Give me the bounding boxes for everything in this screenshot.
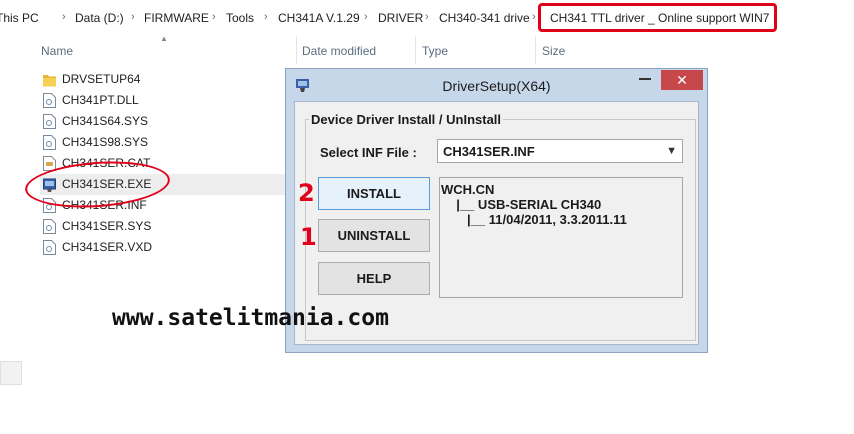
breadcrumb-data-drive[interactable]: Data (D:): [75, 11, 124, 25]
column-date-modified[interactable]: Date modified: [302, 44, 376, 58]
watermark-text: www.satelitmania.com: [112, 305, 389, 331]
info-line: WCH.CN: [441, 182, 495, 197]
breadcrumb-chevron-icon: ›: [131, 11, 135, 23]
breadcrumb-chevron-icon: ›: [425, 11, 429, 23]
file-icon: [43, 114, 56, 129]
file-icon: [43, 240, 56, 255]
column-divider[interactable]: [415, 36, 416, 64]
highlight-box: [538, 3, 777, 32]
dialog-title: DriverSetup(X64): [442, 78, 551, 94]
info-line: |__ 11/04/2011, 3.3.2011.11: [449, 212, 627, 227]
list-item[interactable]: CH341S98.SYS: [40, 132, 280, 153]
minimize-icon[interactable]: [639, 78, 651, 80]
file-name: CH341S98.SYS: [62, 135, 149, 149]
uninstall-button[interactable]: UNINSTALL: [318, 219, 430, 252]
column-size[interactable]: Size: [542, 44, 565, 58]
column-divider[interactable]: [535, 36, 536, 64]
step-number-1: 1: [300, 223, 317, 251]
list-item[interactable]: CH341S64.SYS: [40, 111, 280, 132]
breadcrumb-tools[interactable]: Tools: [226, 11, 254, 25]
file-name: CH341SER.VXD: [62, 240, 153, 254]
help-button[interactable]: HELP: [318, 262, 430, 295]
dialog-titlebar[interactable]: DriverSetup(X64) ✕: [286, 69, 707, 101]
sort-up-icon: ▲: [160, 34, 168, 43]
inf-file-value: CH341SER.INF: [443, 144, 535, 159]
column-name[interactable]: Name: [41, 44, 73, 58]
groupbox-title: Device Driver Install / UnInstall: [309, 112, 504, 127]
file-icon: [43, 219, 56, 234]
inf-file-label: Select INF File :: [320, 145, 417, 160]
column-divider[interactable]: [296, 36, 297, 64]
file-name: DRVSETUP64: [62, 72, 141, 86]
address-breadcrumb[interactable]: This PC › Data (D:) › FIRMWARE › Tools ›…: [0, 0, 854, 36]
inf-file-select[interactable]: CH341SER.INF ▼: [437, 139, 683, 163]
breadcrumb-firmware[interactable]: FIRMWARE: [144, 11, 209, 25]
file-icon: [43, 135, 56, 150]
scrollbar-stub: [0, 361, 22, 385]
breadcrumb-ch340-341-drive[interactable]: CH340-341 drive: [439, 11, 530, 25]
breadcrumb-ch341a[interactable]: CH341A V.1.29: [278, 11, 360, 25]
breadcrumb-this-pc[interactable]: This PC: [0, 11, 39, 25]
step-number-2: 2: [298, 179, 315, 207]
install-button[interactable]: INSTALL: [318, 177, 430, 210]
file-name: CH341S64.SYS: [62, 114, 149, 128]
breadcrumb-chevron-icon: ›: [364, 11, 368, 23]
driver-info-box: WCH.CN |__ USB-SERIAL CH340 |__ 11/04/20…: [439, 177, 683, 298]
close-button[interactable]: ✕: [661, 70, 703, 90]
breadcrumb-chevron-icon: ›: [532, 11, 536, 23]
folder-icon: [43, 75, 56, 87]
column-type[interactable]: Type: [422, 44, 448, 58]
chevron-down-icon[interactable]: ▼: [666, 145, 677, 157]
list-item[interactable]: CH341SER.VXD: [40, 237, 280, 258]
file-icon: [43, 93, 56, 108]
file-name: CH341PT.DLL: [62, 93, 139, 107]
list-item[interactable]: CH341SER.SYS: [40, 216, 280, 237]
list-item[interactable]: DRVSETUP64: [40, 69, 280, 90]
file-name: CH341SER.SYS: [62, 219, 152, 233]
breadcrumb-chevron-icon: ›: [212, 11, 216, 23]
breadcrumb-driver[interactable]: DRIVER: [378, 11, 423, 25]
breadcrumb-chevron-icon: ›: [264, 11, 268, 23]
info-line: |__ USB-SERIAL CH340: [449, 197, 602, 212]
breadcrumb-chevron-icon: ›: [62, 11, 66, 23]
list-item[interactable]: CH341PT.DLL: [40, 90, 280, 111]
